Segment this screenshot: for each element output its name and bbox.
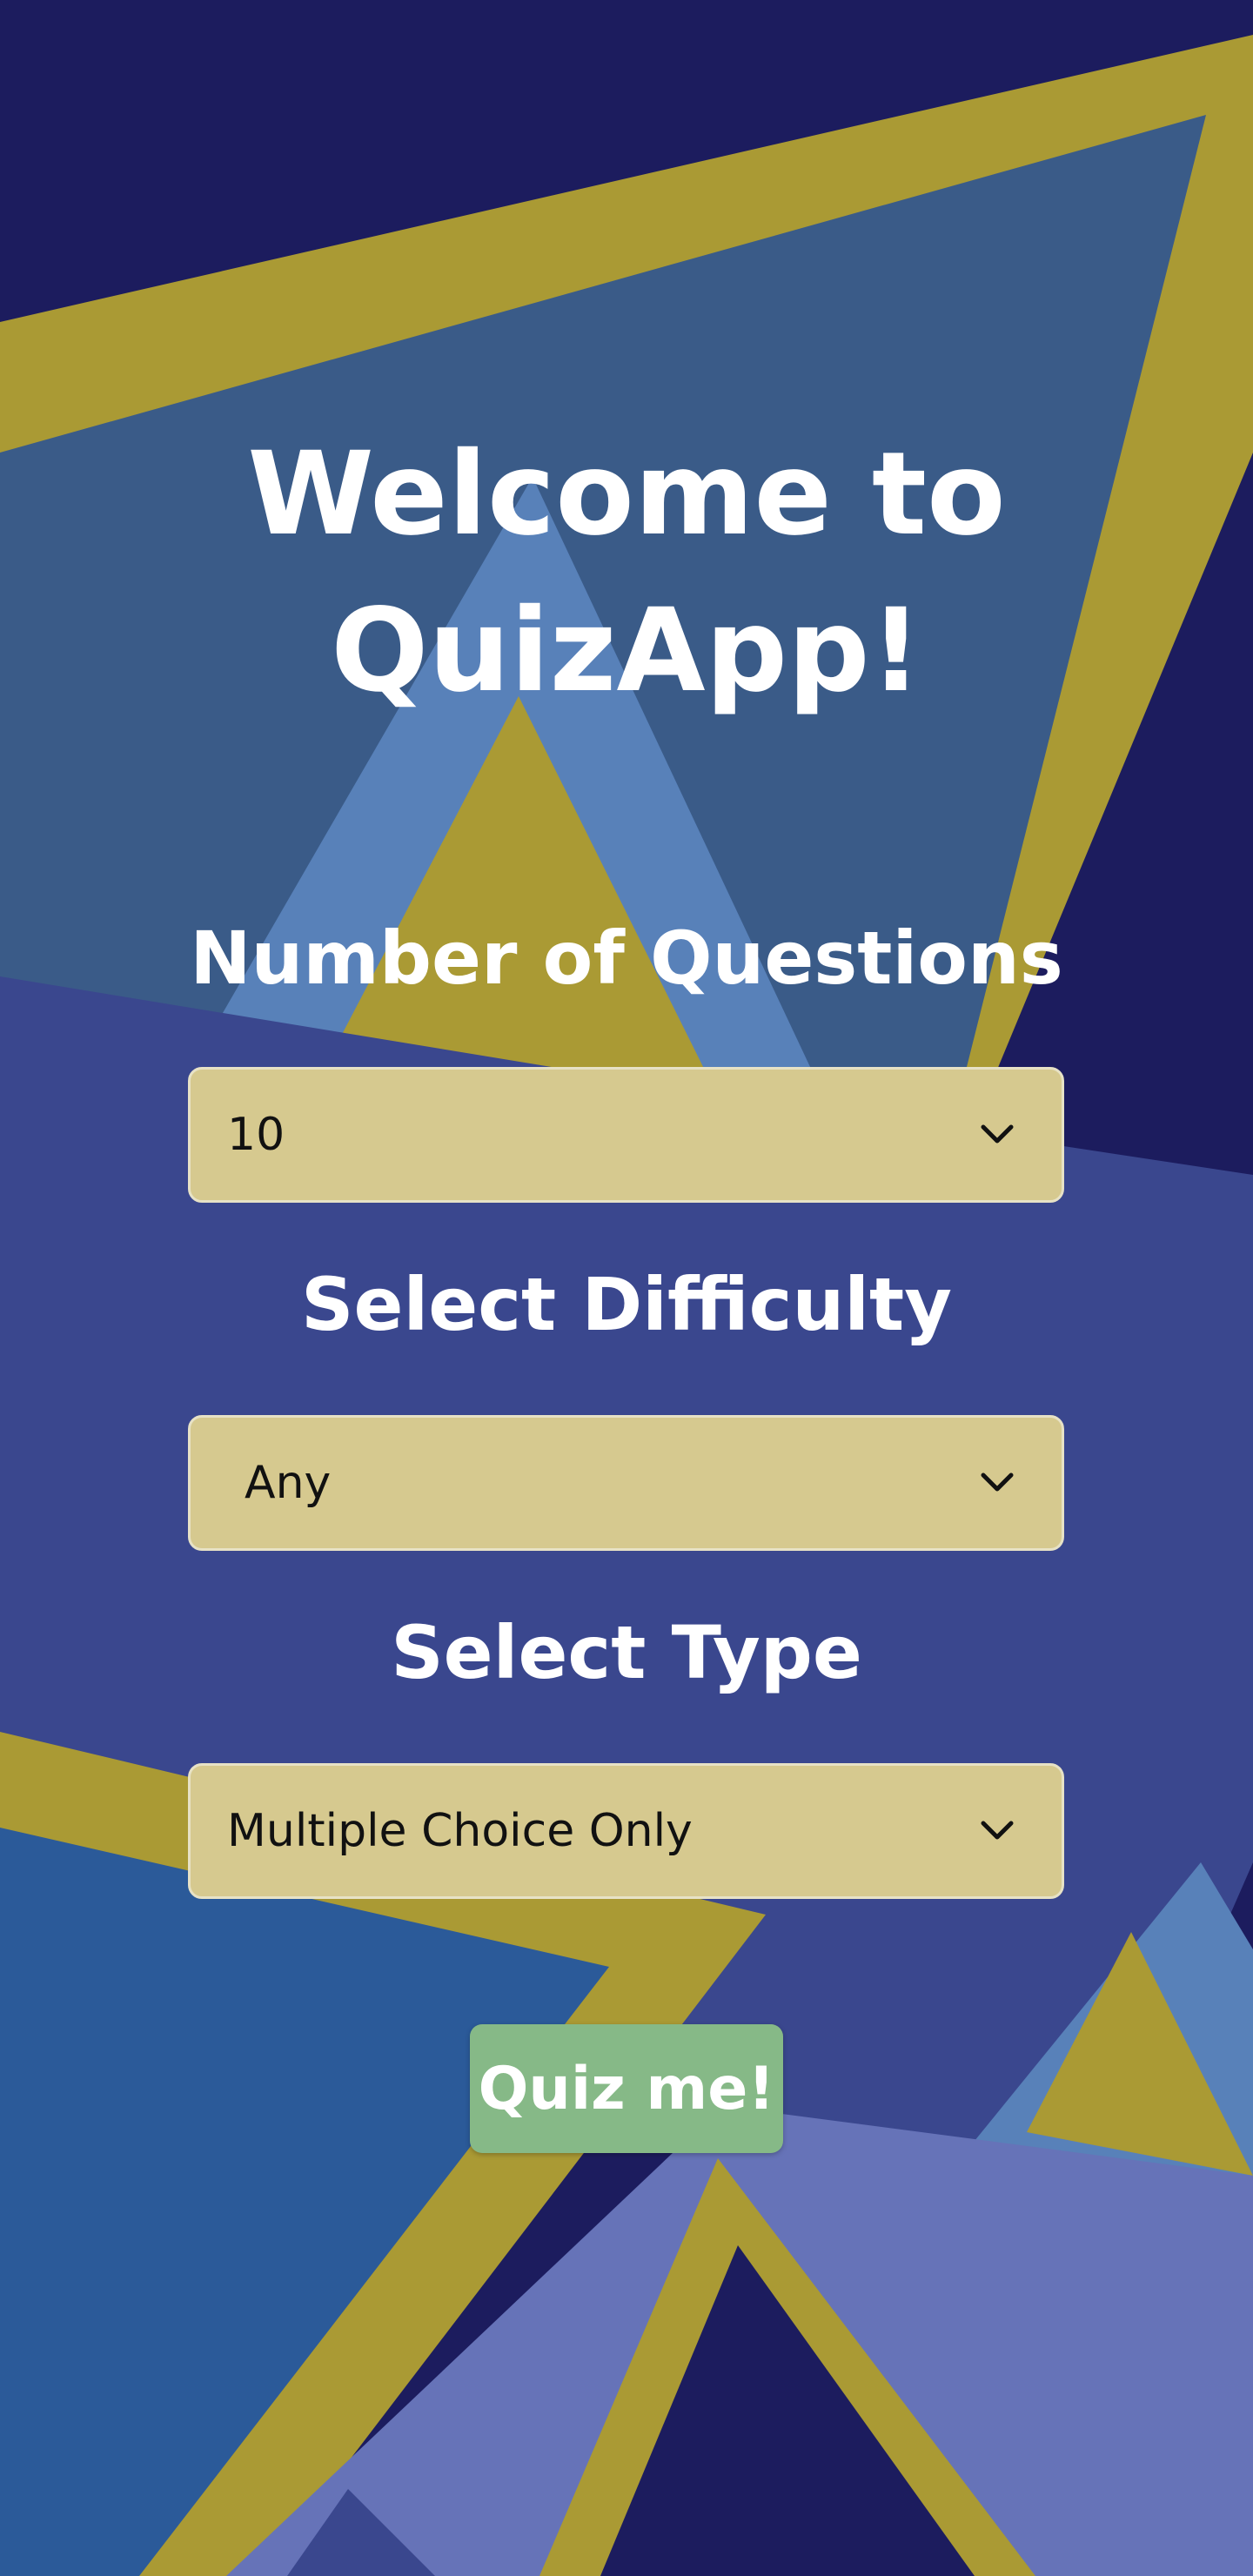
number-of-questions-value: 10 — [227, 1109, 285, 1161]
select-difficulty-label: Select Difficulty — [301, 1262, 952, 1347]
chevron-down-icon — [978, 1464, 1016, 1502]
quiz-setup-screen: Welcome to QuizApp! Number of Questions … — [0, 0, 1253, 2576]
quiz-me-button[interactable]: Quiz me! — [470, 2024, 783, 2153]
page-title-line-2: QuizApp! — [331, 584, 922, 718]
difficulty-value: Any — [245, 1457, 332, 1509]
select-type-label: Select Type — [391, 1610, 862, 1695]
difficulty-select[interactable]: Any — [188, 1415, 1064, 1551]
page-title-line-1: Welcome to — [247, 427, 1006, 561]
chevron-down-icon — [978, 1812, 1016, 1850]
number-of-questions-label: Number of Questions — [190, 916, 1063, 1001]
type-select[interactable]: Multiple Choice Only — [188, 1763, 1064, 1899]
chevron-down-icon — [978, 1116, 1016, 1154]
form-container: Welcome to QuizApp! Number of Questions … — [0, 0, 1253, 2576]
type-value: Multiple Choice Only — [227, 1805, 693, 1857]
number-of-questions-select[interactable]: 10 — [188, 1067, 1064, 1203]
